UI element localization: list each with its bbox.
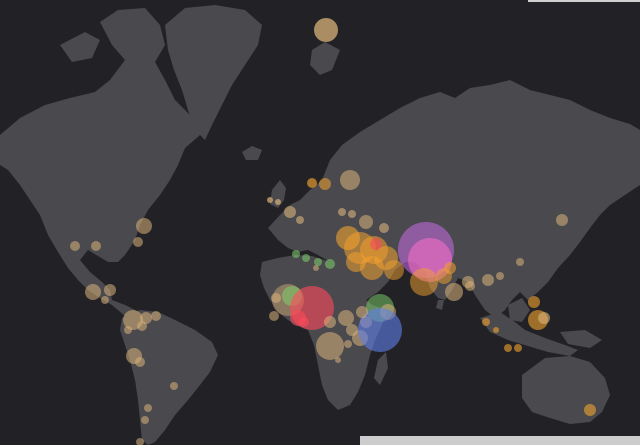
map-bubble-tan[interactable] — [338, 310, 354, 326]
map-bubble-tan[interactable] — [269, 311, 279, 321]
map-attribution[interactable] — [360, 436, 640, 445]
map-bubble-orange[interactable] — [444, 262, 456, 274]
map-bubble-tan[interactable] — [314, 18, 338, 42]
map-bubble-tan[interactable] — [340, 170, 360, 190]
map-bubble-tan[interactable] — [85, 284, 101, 300]
map-bubble-green[interactable] — [325, 259, 335, 269]
map-bubble-tan[interactable] — [356, 306, 368, 318]
map-bubble-tan[interactable] — [124, 326, 132, 334]
map-bubble-tan[interactable] — [338, 208, 346, 216]
map-bubble-tan[interactable] — [144, 404, 152, 412]
map-bubble-tan[interactable] — [70, 241, 80, 251]
map-bubble-tan[interactable] — [324, 316, 336, 328]
map-bubble-green[interactable] — [302, 254, 310, 262]
map-bubble-red[interactable] — [299, 317, 309, 327]
map-bubble-tan[interactable] — [104, 284, 116, 296]
map-bubble-tan[interactable] — [101, 296, 109, 304]
map-bubble-tan[interactable] — [170, 382, 178, 390]
map-bubble-orange[interactable] — [482, 318, 490, 326]
map-bubble-tan[interactable] — [465, 281, 475, 291]
world-map[interactable] — [0, 0, 640, 445]
map-bubble-orange[interactable] — [319, 178, 331, 190]
map-bubble-orange[interactable] — [514, 344, 522, 352]
map-bubble-orange[interactable] — [528, 296, 540, 308]
map-bubble-orange[interactable] — [504, 344, 512, 352]
map-bubble-tan[interactable] — [267, 197, 273, 203]
map-bubble-tan[interactable] — [91, 241, 101, 251]
map-bubble-tan[interactable] — [135, 357, 145, 367]
map-bubble-orange[interactable] — [384, 260, 404, 280]
map-bubble-tan[interactable] — [556, 214, 568, 226]
map-bubble-tan[interactable] — [335, 357, 341, 363]
map-bubble-tan[interactable] — [313, 265, 319, 271]
map-control-bar[interactable] — [528, 0, 640, 2]
map-bubble-tan[interactable] — [136, 218, 152, 234]
map-bubble-tan[interactable] — [359, 215, 373, 229]
map-bubble-tan[interactable] — [141, 416, 149, 424]
map-bubble-tan[interactable] — [133, 237, 143, 247]
map-bubble-tan[interactable] — [284, 206, 296, 218]
map-bubble-tan[interactable] — [344, 340, 352, 348]
map-bubble-tan[interactable] — [516, 258, 524, 266]
map-bubble-tan[interactable] — [296, 216, 304, 224]
map-bubble-green[interactable] — [314, 258, 322, 266]
map-bubble-tan[interactable] — [137, 321, 147, 331]
map-bubble-tan[interactable] — [379, 223, 389, 233]
map-bubble-red[interactable] — [370, 238, 382, 250]
map-bubble-tan[interactable] — [445, 283, 463, 301]
map-bubble-orange[interactable] — [307, 178, 317, 188]
map-bubble-orange[interactable] — [493, 327, 499, 333]
map-bubble-tan[interactable] — [151, 311, 161, 321]
map-bubble-tan[interactable] — [348, 210, 356, 218]
map-bubble-tan[interactable] — [538, 312, 550, 324]
map-bubble-tan[interactable] — [275, 199, 281, 205]
map-bubble-orange[interactable] — [346, 252, 366, 272]
map-bubble-tan[interactable] — [316, 332, 344, 360]
map-bubble-tan[interactable] — [496, 272, 504, 280]
map-bubble-orange[interactable] — [584, 404, 596, 416]
map-bubble-tan[interactable] — [271, 293, 281, 303]
map-bubble-tan[interactable] — [482, 274, 494, 286]
map-bubble-green[interactable] — [292, 250, 300, 258]
map-bubble-orange[interactable] — [410, 268, 438, 296]
